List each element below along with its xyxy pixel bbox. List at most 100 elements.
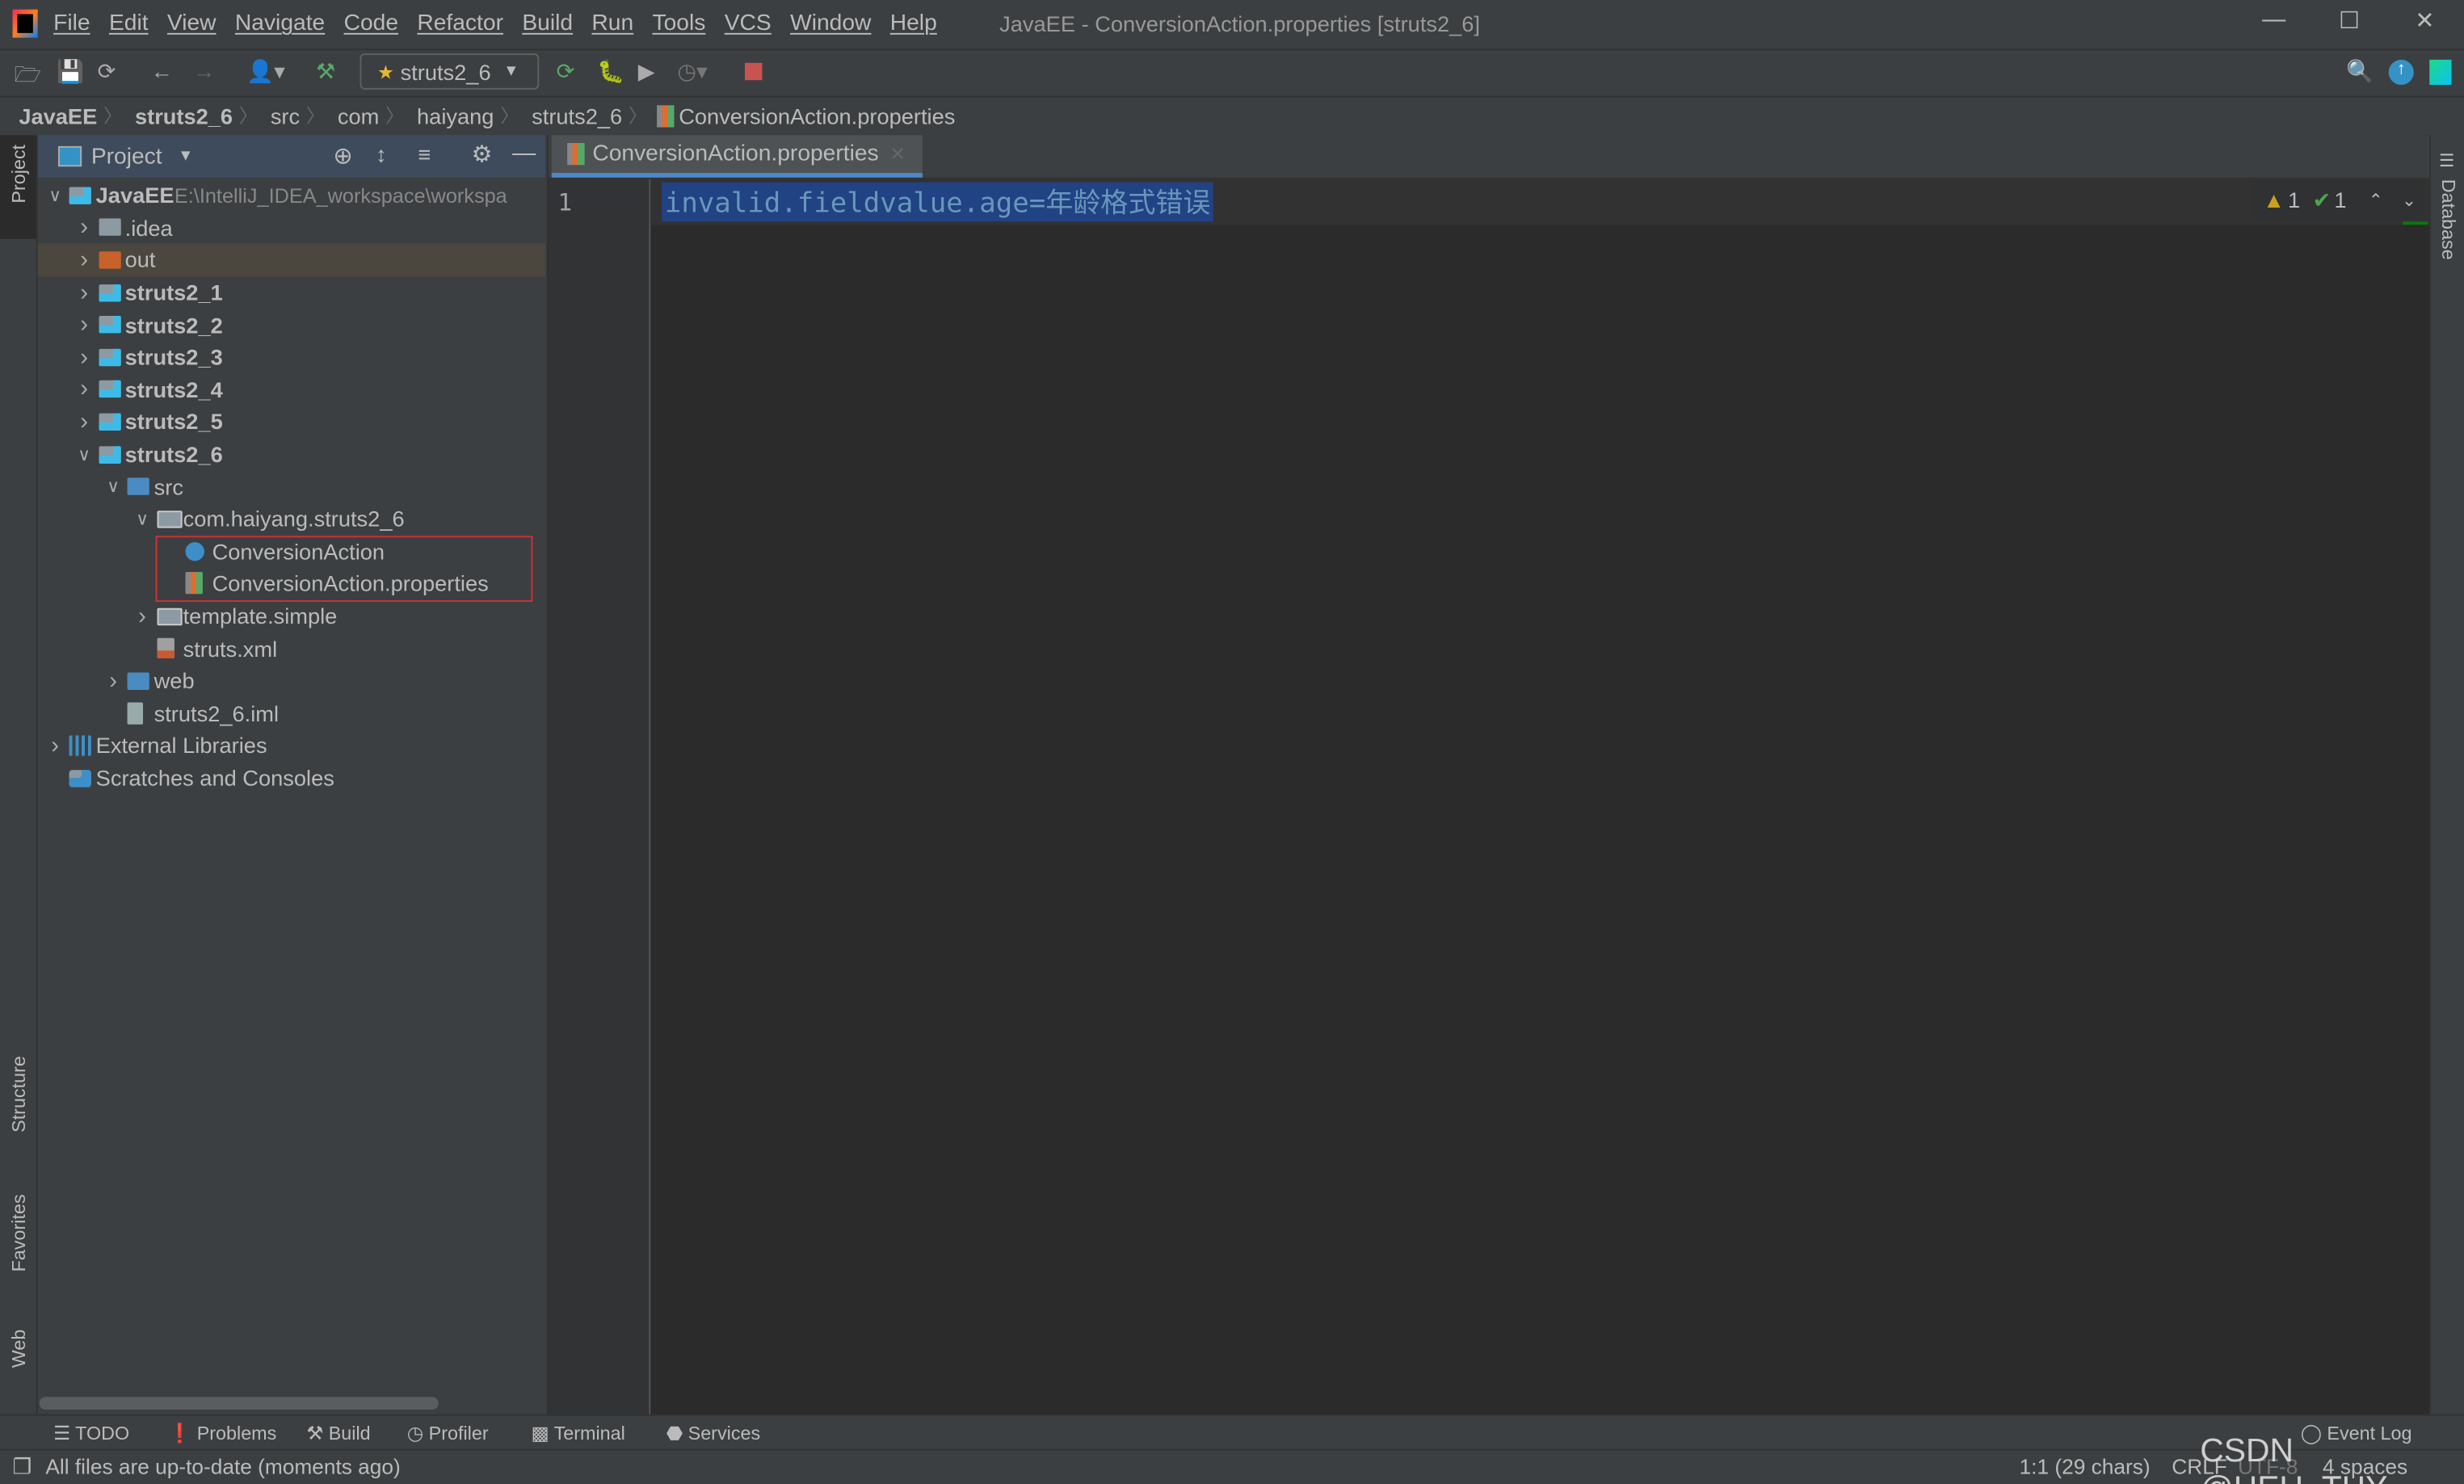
web-tab[interactable]: Web (8, 1330, 30, 1368)
chevron-right-icon[interactable]: › (74, 279, 93, 305)
services-tab[interactable]: ⬣ Services (666, 1422, 760, 1444)
crumb-com[interactable]: com (325, 103, 385, 128)
project-view-select[interactable]: Project (91, 144, 162, 169)
editor-tab[interactable]: ConversionAction.properties ✕ (551, 135, 923, 178)
chevron-down-icon[interactable]: ∨ (132, 509, 151, 529)
tree-item[interactable]: Scratches and Consoles (38, 762, 545, 794)
tree-item[interactable]: › External Libraries (38, 729, 545, 762)
chevron-right-icon[interactable]: › (74, 409, 93, 435)
menu-file[interactable]: File (44, 11, 99, 36)
tree-item[interactable]: struts.xml (38, 633, 545, 665)
menu-edit[interactable]: Edit (99, 11, 158, 36)
debug-icon[interactable]: 🐛 (597, 58, 624, 85)
toggle-tool-windows-icon[interactable]: ❐ (13, 1455, 32, 1480)
tree-item-label: src (153, 473, 183, 499)
crumb-haiyang[interactable]: haiyang (404, 103, 500, 128)
menu-window[interactable]: Window (780, 11, 881, 36)
menu-refactor[interactable]: Refactor (408, 11, 513, 36)
tree-item-label: struts2_6.iml (153, 700, 279, 726)
minimize-button[interactable]: — (2238, 6, 2310, 33)
todo-tab[interactable]: ☰ TODO (53, 1422, 129, 1444)
menu-view[interactable]: View (158, 11, 225, 36)
chevron-right-icon[interactable]: › (74, 214, 93, 241)
favorites-tab[interactable]: Favorites (8, 1194, 30, 1272)
menu-help[interactable]: Help (881, 11, 946, 36)
chevron-right-icon[interactable]: › (132, 603, 151, 629)
save-icon[interactable]: 💾 (57, 58, 84, 85)
problems-tab[interactable]: ❗ Problems (168, 1422, 276, 1444)
menu-build[interactable]: Build (513, 11, 582, 36)
tree-item-label: Scratches and Consoles (95, 765, 334, 791)
close-tab-icon[interactable]: ✕ (889, 143, 906, 165)
chevron-down-icon[interactable]: ∨ (74, 444, 93, 465)
menu-code[interactable]: Code (334, 11, 408, 36)
tree-item[interactable]: › struts2_4 (38, 373, 545, 406)
chevron-right-icon[interactable]: › (74, 344, 93, 371)
chevron-down-icon[interactable]: ▼ (178, 148, 193, 165)
tree-item[interactable]: ∨ com.haiyang.struts2_6 (38, 502, 545, 535)
vcs-user-icon[interactable]: 👤▾ (246, 58, 285, 85)
tree-item[interactable]: › web (38, 665, 545, 697)
rerun-icon[interactable]: ⟳ (557, 58, 575, 85)
search-everywhere-icon[interactable]: 🔍 (2346, 58, 2374, 85)
chevron-right-icon[interactable]: › (74, 312, 93, 338)
crumb-file[interactable]: ConversionAction.properties (674, 103, 961, 128)
open-folder-icon[interactable]: 🗁 (15, 58, 42, 96)
menu-run[interactable]: Run (582, 11, 643, 36)
menu-vcs[interactable]: VCS (715, 11, 780, 36)
chevron-right-icon[interactable]: › (45, 732, 64, 759)
menu-navigate[interactable]: Navigate (225, 11, 334, 36)
tree-item[interactable]: › struts2_2 (38, 309, 545, 341)
tree-item[interactable]: ∨ struts2_6 (38, 438, 545, 470)
gear-icon[interactable]: ⚙ (472, 140, 493, 168)
next-highlight-icon[interactable]: ⌄ (2402, 189, 2416, 209)
collapse-all-icon[interactable]: ≡ (418, 141, 431, 166)
stop-icon[interactable] (745, 62, 763, 81)
database-tab[interactable]: Database (2437, 179, 2459, 260)
expand-all-icon[interactable]: ↕ (376, 141, 387, 166)
tree-item[interactable]: › .idea (38, 212, 545, 244)
forward-icon[interactable]: → (193, 58, 215, 83)
build-tab[interactable]: ⚒ Build (306, 1422, 370, 1444)
tree-item[interactable]: ∨ src (38, 470, 545, 502)
crumb-package[interactable]: struts2_6 (519, 103, 629, 128)
tree-item-label: web (153, 668, 195, 694)
crumb-src[interactable]: src (258, 103, 306, 128)
hide-panel-icon[interactable]: — (512, 140, 536, 166)
crumb-module[interactable]: struts2_6 (122, 103, 238, 128)
chevron-down-icon[interactable]: ∨ (45, 185, 64, 205)
build-hammer-icon[interactable]: ⚒ (316, 58, 335, 85)
caret-position[interactable]: 1:1 (29 chars) (2020, 1455, 2151, 1478)
tree-item[interactable]: › template.simple (38, 600, 545, 633)
back-icon[interactable]: ← (151, 58, 173, 83)
chevron-right-icon[interactable]: › (74, 376, 93, 403)
tree-item[interactable]: › struts2_1 (38, 276, 545, 309)
sync-icon[interactable]: ⟳ (98, 58, 116, 85)
code-line[interactable]: invalid.fieldvalue.age=年龄格式错误 (661, 182, 1214, 222)
tree-item[interactable]: › struts2_3 (38, 341, 545, 373)
profiler-tab[interactable]: ◷ Profiler (407, 1422, 489, 1444)
terminal-tab[interactable]: ▩ Terminal (531, 1422, 624, 1444)
previous-highlight-icon[interactable]: ⌃ (2369, 189, 2383, 209)
chevron-right-icon[interactable]: › (74, 246, 93, 273)
project-tool-tab[interactable]: Project (0, 135, 36, 239)
menu-tools[interactable]: Tools (643, 11, 715, 36)
run-configuration-select[interactable]: ★ struts2_6 ▼ (360, 53, 540, 90)
crumb-javaee[interactable]: JavaEE (0, 103, 103, 128)
update-icon[interactable]: ↑ (2388, 59, 2414, 86)
tree-item[interactable]: ∨ JavaEE E:\IntelliJ_IDEA_workspace\worksp… (38, 179, 545, 212)
toolbox-icon[interactable] (2429, 59, 2452, 86)
structure-tab[interactable]: Structure (8, 1056, 30, 1133)
coverage-icon[interactable]: ▶ (638, 58, 655, 85)
tree-item[interactable]: › struts2_5 (38, 406, 545, 438)
horizontal-scrollbar[interactable] (39, 1397, 439, 1410)
profile-icon[interactable]: ◷▾ (677, 58, 707, 85)
inspection-widget[interactable]: ▲ 1 ✔ 1 ⌃ ⌄ (2250, 180, 2424, 219)
chevron-right-icon[interactable]: › (103, 667, 122, 694)
tree-item[interactable]: struts2_6.iml (38, 697, 545, 729)
chevron-down-icon[interactable]: ∨ (103, 477, 122, 497)
close-window-button[interactable]: ✕ (2389, 6, 2461, 35)
locate-file-icon[interactable]: ⊕ (333, 141, 352, 170)
tree-item[interactable]: › out (37, 243, 545, 276)
maximize-button[interactable]: ☐ (2313, 6, 2385, 35)
